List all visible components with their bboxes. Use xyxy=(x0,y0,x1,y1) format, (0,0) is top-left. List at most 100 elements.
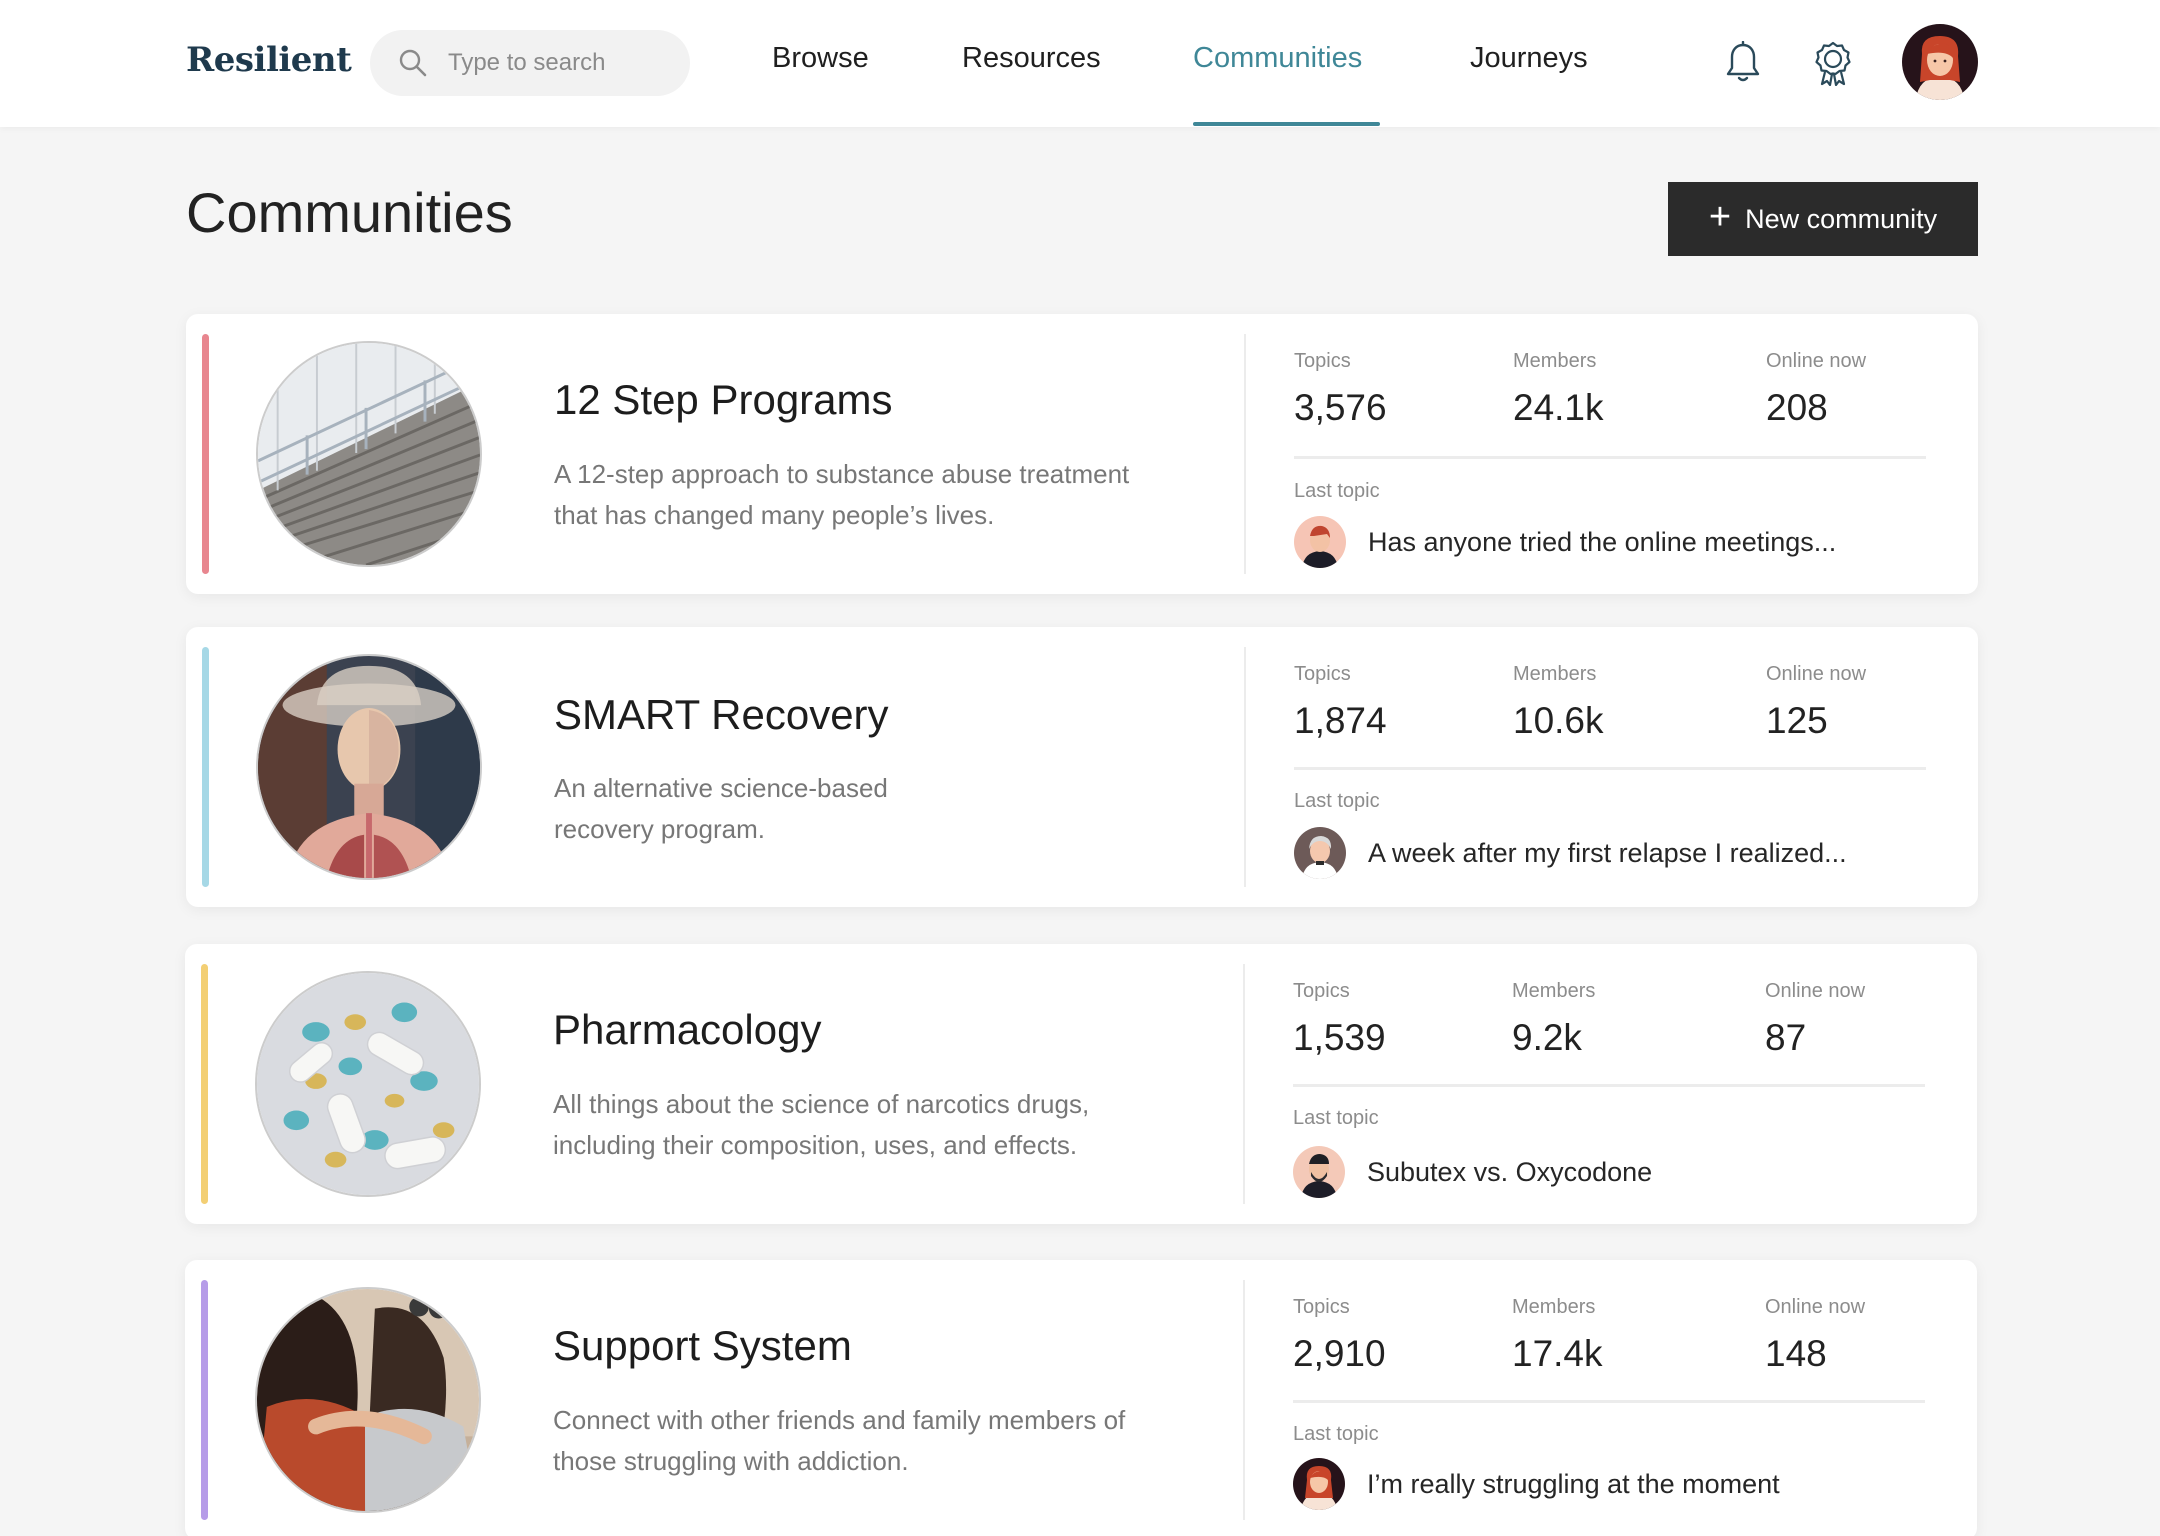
online-stat: Online now 87 xyxy=(1765,980,1865,1059)
last-topic-label: Last topic xyxy=(1293,1423,1379,1445)
user-avatar[interactable] xyxy=(1902,24,1978,100)
card-accent-bar xyxy=(202,334,209,574)
card-divider xyxy=(1244,334,1246,574)
members-label: Members xyxy=(1512,1296,1596,1318)
last-topic-label: Last topic xyxy=(1294,790,1380,812)
notifications-button[interactable] xyxy=(1718,38,1768,88)
members-value: 10.6k xyxy=(1513,700,1604,741)
author-avatar[interactable] xyxy=(1294,516,1346,568)
topics-stat: Topics 3,576 xyxy=(1294,350,1387,429)
topics-value: 1,874 xyxy=(1294,700,1387,741)
stats-divider xyxy=(1294,456,1926,459)
last-topic-text[interactable]: Subutex vs. Oxycodone xyxy=(1367,1157,1652,1188)
nav-communities[interactable]: Communities xyxy=(1193,42,1362,75)
community-description: A 12-step approach to substance abuse tr… xyxy=(554,459,1130,530)
topics-stat: Topics 1,539 xyxy=(1293,980,1386,1059)
nav-journeys[interactable]: Journeys xyxy=(1470,42,1588,75)
search-input[interactable] xyxy=(448,49,668,77)
members-label: Members xyxy=(1513,350,1597,372)
online-value: 87 xyxy=(1765,1017,1807,1058)
stats-divider xyxy=(1293,1084,1925,1087)
topics-value: 1,539 xyxy=(1293,1017,1386,1058)
community-card-smart-recovery[interactable]: SMART Recovery An alternative science-ba… xyxy=(186,627,1978,907)
search-icon xyxy=(399,49,427,77)
online-label: Online now xyxy=(1765,1296,1866,1318)
community-title[interactable]: Support System xyxy=(553,1322,852,1370)
last-topic-text[interactable]: A week after my first relapse I realized… xyxy=(1368,838,1847,869)
card-accent-bar xyxy=(201,964,208,1204)
online-stat: Online now 208 xyxy=(1766,350,1866,429)
topics-label: Topics xyxy=(1294,350,1351,372)
members-label: Members xyxy=(1512,980,1596,1002)
user-avatar-icon xyxy=(1902,24,1978,100)
community-card-support-system[interactable]: Support System Connect with other friend… xyxy=(185,1260,1977,1536)
new-community-label: New community xyxy=(1745,203,1938,234)
card-divider xyxy=(1244,647,1246,887)
last-topic-label: Last topic xyxy=(1294,480,1380,502)
community-description: An alternative science-based recovery pr… xyxy=(554,773,888,844)
last-topic-link[interactable]: Subutex vs. Oxycodone xyxy=(1293,1146,1652,1198)
new-community-button[interactable]: + New community xyxy=(1668,182,1978,256)
last-topic-link[interactable]: A week after my first relapse I realized… xyxy=(1294,827,1847,879)
members-label: Members xyxy=(1513,663,1597,685)
community-title[interactable]: SMART Recovery xyxy=(554,691,889,739)
last-topic-link[interactable]: I’m really struggling at the moment xyxy=(1293,1458,1780,1510)
author-avatar[interactable] xyxy=(1294,827,1346,879)
stats-divider xyxy=(1294,767,1926,770)
community-card-pharmacology[interactable]: Pharmacology All things about the scienc… xyxy=(185,944,1977,1224)
online-label: Online now xyxy=(1765,980,1866,1002)
community-title[interactable]: Pharmacology xyxy=(553,1006,821,1054)
achievements-button[interactable] xyxy=(1808,38,1858,88)
card-divider xyxy=(1243,1280,1245,1520)
search-box[interactable] xyxy=(370,30,690,96)
card-accent-bar xyxy=(202,647,209,887)
community-card-12-step-programs[interactable]: 12 Step Programs A 12-step approach to s… xyxy=(186,314,1978,594)
topics-value: 3,576 xyxy=(1294,387,1387,428)
topics-value: 2,910 xyxy=(1293,1333,1386,1374)
online-value: 148 xyxy=(1765,1333,1827,1374)
online-value: 125 xyxy=(1766,700,1828,741)
last-topic-text[interactable]: I’m really struggling at the moment xyxy=(1367,1469,1780,1500)
active-nav-indicator xyxy=(1193,122,1380,126)
topics-stat: Topics 2,910 xyxy=(1293,1296,1386,1375)
card-divider xyxy=(1243,964,1245,1204)
nav-browse[interactable]: Browse xyxy=(772,42,869,75)
online-label: Online now xyxy=(1766,663,1867,685)
online-stat: Online now 125 xyxy=(1766,663,1866,742)
topics-label: Topics xyxy=(1293,980,1350,1002)
bell-icon xyxy=(1726,41,1760,82)
online-stat: Online now 148 xyxy=(1765,1296,1865,1375)
members-stat: Members 24.1k xyxy=(1513,350,1604,429)
members-value: 17.4k xyxy=(1512,1333,1603,1374)
app-logo[interactable]: Resilient xyxy=(186,40,352,80)
last-topic-text[interactable]: Has anyone tried the online meetings... xyxy=(1368,527,1836,558)
members-value: 24.1k xyxy=(1513,387,1604,428)
members-stat: Members 17.4k xyxy=(1512,1296,1603,1375)
topics-label: Topics xyxy=(1293,1296,1350,1318)
stats-divider xyxy=(1293,1400,1925,1403)
members-stat: Members 10.6k xyxy=(1513,663,1604,742)
online-label: Online now xyxy=(1766,350,1867,372)
nav-resources[interactable]: Resources xyxy=(962,42,1101,75)
author-avatar[interactable] xyxy=(1293,1458,1345,1510)
award-ribbon-icon xyxy=(1815,41,1851,86)
community-description: All things about the science of narcotic… xyxy=(553,1089,1090,1160)
members-stat: Members 9.2k xyxy=(1512,980,1595,1059)
topics-stat: Topics 1,874 xyxy=(1294,663,1387,742)
top-navigation-bar: Resilient Browse Resources Communities J… xyxy=(0,0,2160,127)
community-title[interactable]: 12 Step Programs xyxy=(554,376,893,424)
topics-label: Topics xyxy=(1294,663,1351,685)
anatomy-model-image[interactable] xyxy=(256,654,482,880)
online-value: 208 xyxy=(1766,387,1828,428)
last-topic-label: Last topic xyxy=(1293,1107,1379,1129)
author-avatar[interactable] xyxy=(1293,1146,1345,1198)
page-title: Communities xyxy=(186,181,513,244)
last-topic-link[interactable]: Has anyone tried the online meetings... xyxy=(1294,516,1836,568)
card-accent-bar xyxy=(201,1280,208,1520)
stadium-stairs-image[interactable] xyxy=(256,341,482,567)
plus-icon: + xyxy=(1708,196,1732,238)
pills-image[interactable] xyxy=(255,971,481,1197)
members-value: 9.2k xyxy=(1512,1017,1582,1058)
hugging-friends-image[interactable] xyxy=(255,1287,481,1513)
community-description: Connect with other friends and family me… xyxy=(553,1405,1126,1476)
